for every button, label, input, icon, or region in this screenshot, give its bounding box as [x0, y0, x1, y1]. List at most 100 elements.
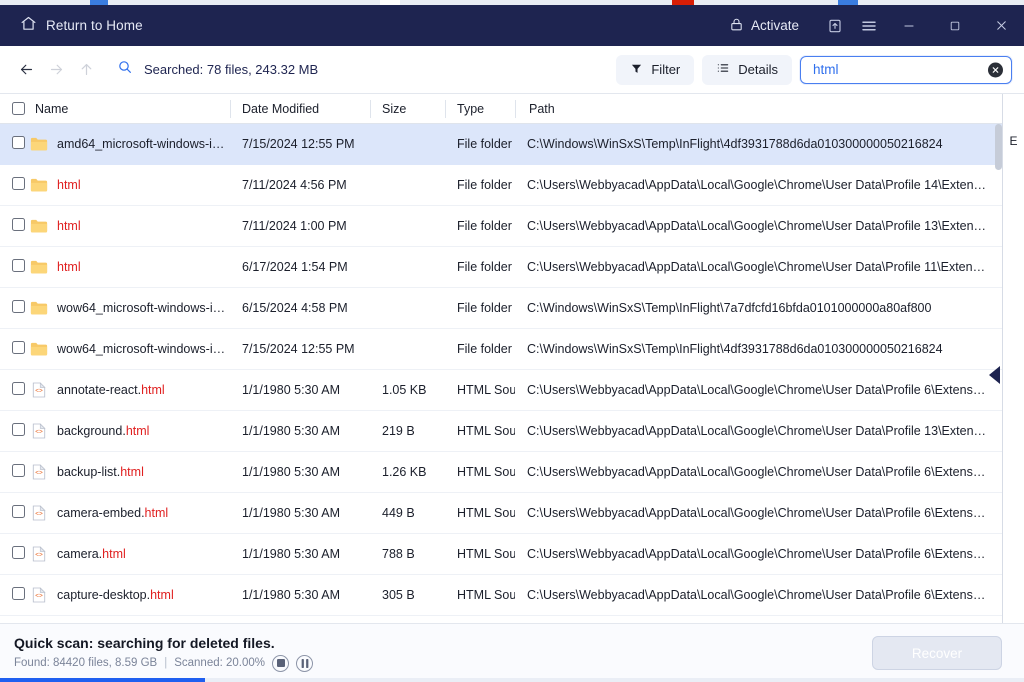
upload-box-icon[interactable] — [818, 5, 852, 46]
type-cell: HTML Sou... — [457, 547, 515, 561]
forward-button[interactable] — [41, 55, 71, 85]
row-checkbox[interactable] — [12, 136, 25, 149]
folder-icon — [30, 219, 48, 233]
up-button[interactable] — [71, 55, 101, 85]
date-modified-cell: 7/15/2024 12:55 PM — [242, 342, 355, 356]
table-row[interactable]: <> camera.html 1/1/1980 5:30 AM 788 B HTML S… — [0, 534, 1002, 575]
column-header-date-modified[interactable]: Date Modified — [230, 94, 370, 124]
file-name-label: backup-list.html — [57, 465, 144, 479]
size-cell: 1.26 KB — [382, 465, 427, 479]
svg-text:<>: <> — [35, 593, 43, 600]
toolbar-actions: Filter Details — [616, 54, 1024, 85]
table-row[interactable]: html 7/11/2024 1:00 PM File folder C:\Users… — [0, 206, 1002, 247]
maximize-icon[interactable] — [932, 5, 978, 46]
row-checkbox[interactable] — [12, 341, 25, 354]
table-row[interactable]: <> capture-desktop.html 1/1/1980 5:30 AM 30… — [0, 575, 1002, 616]
row-checkbox[interactable] — [12, 546, 25, 559]
svg-text:<>: <> — [35, 388, 43, 395]
path-cell: C:\Users\Webbyacad\AppData\Local\Google\… — [527, 588, 1002, 602]
select-all-checkbox[interactable] — [12, 102, 25, 115]
date-modified-cell: 1/1/1980 5:30 AM — [242, 506, 340, 520]
row-checkbox[interactable] — [12, 423, 25, 436]
table-row[interactable]: html 6/17/2024 1:54 PM File folder C:\Users… — [0, 247, 1002, 288]
minimize-icon[interactable] — [886, 5, 932, 46]
column-header-type[interactable]: Type — [445, 94, 515, 124]
filter-button[interactable]: Filter — [616, 54, 695, 85]
scan-progress-bar — [0, 678, 1024, 682]
path-cell: C:\Users\Webbyacad\AppData\Local\Google\… — [527, 178, 1002, 192]
column-header-name[interactable]: Name — [0, 94, 230, 124]
row-checkbox-cell — [0, 259, 30, 275]
row-checkbox[interactable] — [12, 587, 25, 600]
navigation-toolbar: Searched: 78 files, 243.32 MB Filter Det… — [0, 46, 1024, 94]
row-checkbox[interactable] — [12, 218, 25, 231]
table-body: amd64_microsoft-windows-ie-ht... 7/15/202… — [0, 124, 1002, 616]
date-modified-cell: 7/15/2024 12:55 PM — [242, 137, 355, 151]
table-row[interactable]: html 7/11/2024 4:56 PM File folder C:\Users… — [0, 165, 1002, 206]
return-to-home-label: Return to Home — [46, 18, 143, 33]
folder-icon — [30, 342, 48, 356]
table-row[interactable]: <> annotate-react.html 1/1/1980 5:30 AM 1.0… — [0, 370, 1002, 411]
path-cell: C:\Users\Webbyacad\AppData\Local\Google\… — [527, 383, 1002, 397]
right-panel-letter: E — [1009, 134, 1018, 148]
row-checkbox[interactable] — [12, 300, 25, 313]
search-input[interactable] — [801, 56, 1011, 83]
scrollbar-thumb[interactable] — [995, 124, 1002, 170]
table-row[interactable]: <> backup-list.html 1/1/1980 5:30 AM 1.26 K… — [0, 452, 1002, 493]
date-modified-cell: 6/17/2024 1:54 PM — [242, 260, 348, 274]
recover-button[interactable]: Recover — [872, 636, 1002, 670]
row-checkbox-cell — [0, 218, 30, 234]
row-checkbox[interactable] — [12, 382, 25, 395]
type-cell: HTML Sou... — [457, 383, 515, 397]
clear-search-icon[interactable] — [988, 62, 1003, 77]
row-checkbox[interactable] — [12, 505, 25, 518]
return-to-home-button[interactable]: Return to Home — [14, 11, 149, 41]
close-icon[interactable] — [978, 5, 1024, 46]
date-modified-cell: 1/1/1980 5:30 AM — [242, 588, 340, 602]
file-name-label: capture-desktop.html — [57, 588, 174, 602]
activate-button[interactable]: Activate — [720, 11, 808, 41]
pause-scan-button[interactable] — [296, 654, 314, 672]
table-row[interactable]: <> background.html 1/1/1980 5:30 AM 219 B HT… — [0, 411, 1002, 452]
back-button[interactable] — [11, 55, 41, 85]
column-header-size[interactable]: Size — [370, 94, 445, 124]
folder-icon — [30, 260, 48, 274]
table-header-row: Name Date Modified Size Type Path — [0, 94, 1002, 124]
search-box[interactable] — [800, 55, 1012, 84]
column-header-type-label: Type — [457, 101, 485, 116]
column-header-path[interactable]: Path — [515, 94, 1002, 124]
path-cell: C:\Windows\WinSxS\Temp\InFlight\4df39317… — [527, 137, 943, 151]
type-cell: File folder — [457, 219, 512, 233]
path-cell: C:\Users\Webbyacad\AppData\Local\Google\… — [527, 465, 1002, 479]
path-cell: C:\Users\Webbyacad\AppData\Local\Google\… — [527, 260, 1002, 274]
row-checkbox-cell — [0, 382, 30, 398]
row-checkbox[interactable] — [12, 464, 25, 477]
type-cell: File folder — [457, 137, 512, 151]
file-name-cell: <> camera.html — [30, 546, 230, 562]
type-cell: HTML Sou... — [457, 506, 515, 520]
table-row[interactable]: wow64_microsoft-windows-ie-ht... 7/15/202… — [0, 329, 1002, 370]
svg-text:<>: <> — [35, 552, 43, 559]
table-row[interactable]: wow64_microsoft-windows-ie-ht... 6/15/202… — [0, 288, 1002, 329]
lock-icon — [729, 17, 744, 35]
table-row[interactable]: <> camera-embed.html 1/1/1980 5:30 AM 449 B… — [0, 493, 1002, 534]
file-name-label: html — [57, 219, 81, 233]
file-name-cell: <> camera-embed.html — [30, 505, 230, 521]
row-checkbox-cell — [0, 341, 30, 357]
file-name-label: camera.html — [57, 547, 126, 561]
scan-status: Quick scan: searching for deleted files.… — [0, 635, 314, 672]
row-checkbox[interactable] — [12, 177, 25, 190]
file-name-cell: <> capture-desktop.html — [30, 587, 230, 603]
search-icon — [117, 59, 133, 80]
details-button[interactable]: Details — [702, 54, 792, 85]
table-row[interactable]: amd64_microsoft-windows-ie-ht... 7/15/202… — [0, 124, 1002, 165]
column-header-size-label: Size — [382, 101, 407, 116]
html-file-icon: <> — [32, 382, 46, 398]
size-cell: 449 B — [382, 506, 415, 520]
collapse-left-arrow-icon[interactable] — [989, 366, 1000, 384]
file-name-cell: <> background.html — [30, 423, 230, 439]
row-checkbox[interactable] — [12, 259, 25, 272]
row-checkbox-cell — [0, 300, 30, 316]
stop-scan-button[interactable] — [272, 654, 290, 672]
hamburger-menu-icon[interactable] — [852, 5, 886, 46]
